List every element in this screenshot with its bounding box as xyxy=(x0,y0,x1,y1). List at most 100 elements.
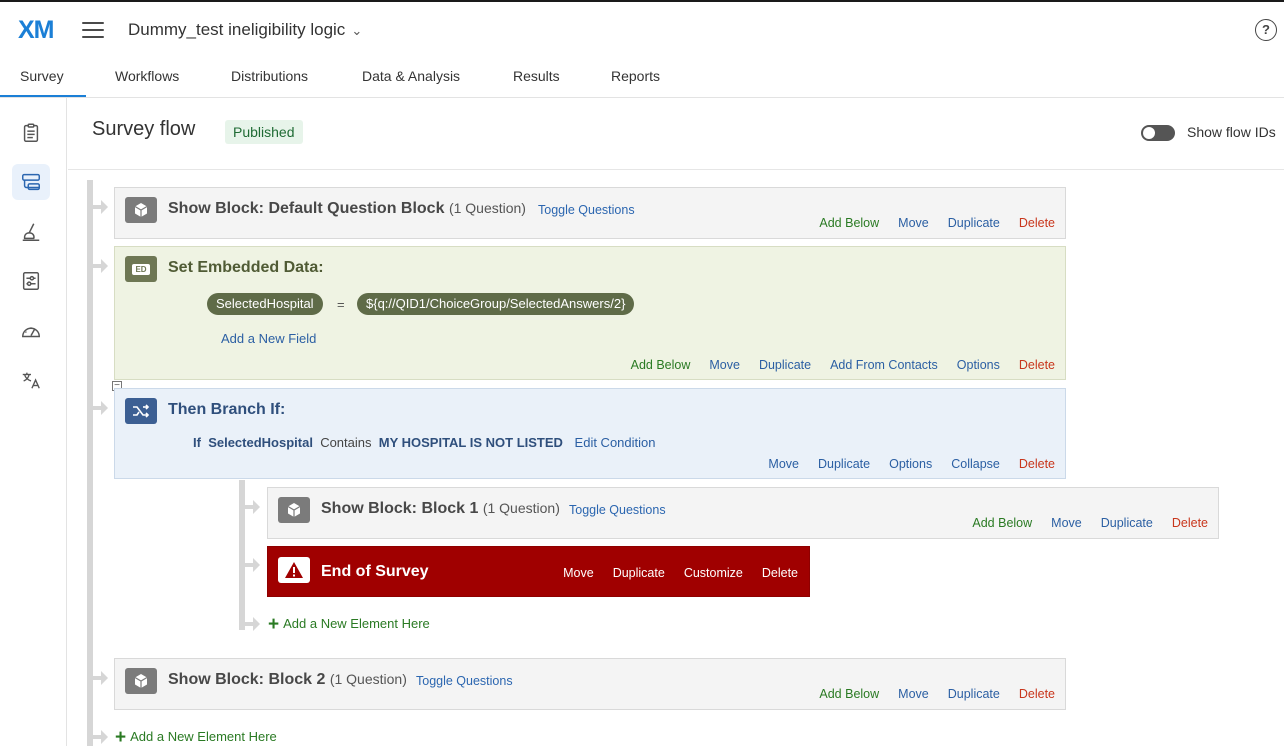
project-title: Dummy_test ineligibility logic xyxy=(128,20,346,39)
add-below-button[interactable]: Add Below xyxy=(819,216,879,230)
options-button[interactable]: Options xyxy=(889,457,932,471)
flow-arrow xyxy=(101,401,108,415)
branch-title: Then Branch If: xyxy=(168,401,286,418)
condition-if: If xyxy=(193,435,201,450)
hamburger-menu-icon[interactable] xyxy=(82,22,104,38)
delete-button[interactable]: Delete xyxy=(1019,216,1055,230)
question-count: (1 Question) xyxy=(329,671,407,687)
question-count: (1 Question) xyxy=(482,500,560,516)
add-from-contacts-button[interactable]: Add From Contacts xyxy=(830,358,938,372)
condition-operator: Contains xyxy=(320,435,372,450)
add-below-button[interactable]: Add Below xyxy=(631,358,691,372)
block-title-text: Show Block: Default Question Block xyxy=(168,200,445,217)
duplicate-button[interactable]: Duplicate xyxy=(1101,516,1153,530)
block-title-text: Show Block: Block 1 xyxy=(321,500,479,517)
delete-button[interactable]: Delete xyxy=(1172,516,1208,530)
show-block-block-2[interactable]: Show Block: Block 2 (1 Question) Toggle … xyxy=(114,658,1066,710)
block-actions: Add Below Move Duplicate Delete xyxy=(819,216,1055,230)
survey-builder-icon[interactable] xyxy=(12,115,50,151)
block-actions: Add Below Move Duplicate Delete xyxy=(819,687,1055,701)
show-flow-ids-toggle[interactable] xyxy=(1141,125,1175,141)
add-new-field-link[interactable]: Add a New Field xyxy=(221,331,316,346)
tab-reports[interactable]: Reports xyxy=(611,68,660,84)
tab-workflows[interactable]: Workflows xyxy=(115,68,179,84)
add-new-element-outer[interactable]: + Add a New Element Here xyxy=(115,727,277,746)
move-button[interactable]: Move xyxy=(898,216,929,230)
tab-data-analysis[interactable]: Data & Analysis xyxy=(362,68,460,84)
delete-button[interactable]: Delete xyxy=(1019,457,1055,471)
flow-arrow xyxy=(101,671,108,685)
move-button[interactable]: Move xyxy=(563,566,594,580)
condition-field: SelectedHospital xyxy=(208,435,313,450)
tab-survey[interactable]: Survey xyxy=(0,68,85,97)
add-new-element-label: Add a New Element Here xyxy=(130,729,277,744)
nav-tabs: Survey Workflows Distributions Data & An… xyxy=(0,56,1284,98)
duplicate-button[interactable]: Duplicate xyxy=(759,358,811,372)
flow-arrow xyxy=(101,259,108,273)
block-title: Show Block: Default Question Block (1 Qu… xyxy=(168,200,526,218)
show-flow-ids-label: Show flow IDs xyxy=(1187,124,1276,140)
block-icon xyxy=(125,197,157,223)
collapse-button[interactable]: Collapse xyxy=(951,457,1000,471)
show-block-default[interactable]: Show Block: Default Question Block (1 Qu… xyxy=(114,187,1066,239)
toggle-questions-link[interactable]: Toggle Questions xyxy=(538,203,635,217)
embedded-field-value[interactable]: ${q://QID1/ChoiceGroup/SelectedAnswers/2… xyxy=(357,293,635,315)
duplicate-button[interactable]: Duplicate xyxy=(948,687,1000,701)
delete-button[interactable]: Delete xyxy=(1019,358,1055,372)
equals-sign: = xyxy=(337,297,345,312)
show-block-block-1[interactable]: Show Block: Block 1 (1 Question) Toggle … xyxy=(267,487,1219,539)
help-icon[interactable]: ? xyxy=(1255,19,1277,41)
duplicate-button[interactable]: Duplicate xyxy=(613,566,665,580)
set-embedded-data-block[interactable]: ED Set Embedded Data: SelectedHospital =… xyxy=(114,246,1066,380)
flow-arrow xyxy=(101,200,108,214)
survey-flow-icon[interactable] xyxy=(12,164,50,200)
edit-condition-link[interactable]: Edit Condition xyxy=(575,435,656,450)
delete-button[interactable]: Delete xyxy=(762,566,798,580)
plus-icon: + xyxy=(268,614,280,635)
condition-value: MY HOSPITAL IS NOT LISTED xyxy=(378,435,563,450)
question-count: (1 Question) xyxy=(448,200,526,216)
move-button[interactable]: Move xyxy=(768,457,799,471)
look-and-feel-icon[interactable] xyxy=(12,214,50,250)
duplicate-button[interactable]: Duplicate xyxy=(818,457,870,471)
options-button[interactable]: Options xyxy=(957,358,1000,372)
branch-line xyxy=(239,480,245,630)
plus-icon: + xyxy=(115,727,127,746)
block-actions: Add Below Move Duplicate Delete xyxy=(972,516,1208,530)
block-icon xyxy=(125,668,157,694)
end-of-survey-block[interactable]: End of Survey Move Duplicate Customize D… xyxy=(267,546,810,597)
page-header: Survey flow Published Show flow IDs xyxy=(68,98,1284,170)
xm-logo[interactable]: XM xyxy=(18,16,54,45)
tab-results[interactable]: Results xyxy=(513,68,560,84)
translate-icon[interactable] xyxy=(12,362,50,398)
dashboard-gauge-icon[interactable] xyxy=(12,313,50,349)
embedded-data-icon-text: ED xyxy=(132,263,150,275)
duplicate-button[interactable]: Duplicate xyxy=(948,216,1000,230)
embedded-field-name[interactable]: SelectedHospital xyxy=(207,293,323,315)
tab-distributions[interactable]: Distributions xyxy=(231,68,308,84)
block-title: Show Block: Block 2 (1 Question) xyxy=(168,671,407,689)
toggle-questions-link[interactable]: Toggle Questions xyxy=(569,503,666,517)
page-title: Survey flow xyxy=(92,118,196,140)
add-below-button[interactable]: Add Below xyxy=(972,516,1032,530)
add-new-element-inner[interactable]: + Add a New Element Here xyxy=(268,614,430,636)
end-of-survey-actions: Move Duplicate Customize Delete xyxy=(563,566,798,580)
move-button[interactable]: Move xyxy=(898,687,929,701)
project-title-dropdown[interactable]: Dummy_test ineligibility logic ⌄ xyxy=(128,20,362,40)
branch-condition: If SelectedHospital Contains MY HOSPITAL… xyxy=(193,435,656,450)
survey-options-icon[interactable] xyxy=(12,263,50,299)
add-below-button[interactable]: Add Below xyxy=(819,687,879,701)
customize-button[interactable]: Customize xyxy=(684,566,743,580)
move-button[interactable]: Move xyxy=(709,358,740,372)
flow-arrow xyxy=(253,500,260,514)
top-bar: XM Dummy_test ineligibility logic ⌄ ? xyxy=(0,0,1284,56)
embedded-data-title: Set Embedded Data: xyxy=(168,259,324,276)
delete-button[interactable]: Delete xyxy=(1019,687,1055,701)
flow-arrow xyxy=(101,730,108,744)
block-title-text: Show Block: Block 2 xyxy=(168,671,326,688)
move-button[interactable]: Move xyxy=(1051,516,1082,530)
branch-block[interactable]: Then Branch If: If SelectedHospital Cont… xyxy=(114,388,1066,479)
toggle-questions-link[interactable]: Toggle Questions xyxy=(416,674,513,688)
left-rail xyxy=(0,98,67,746)
embedded-actions: Add Below Move Duplicate Add From Contac… xyxy=(631,358,1055,372)
